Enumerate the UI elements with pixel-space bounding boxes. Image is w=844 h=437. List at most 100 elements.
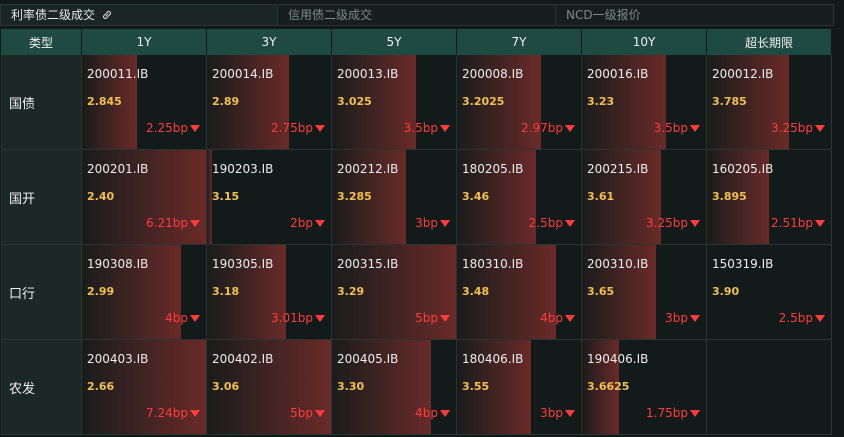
down-arrow-icon bbox=[190, 219, 200, 227]
tab-label: 利率债二级成交 bbox=[11, 8, 96, 22]
down-arrow-icon bbox=[315, 124, 325, 132]
bond-code: 190308.IB bbox=[87, 257, 149, 271]
bond-cell[interactable]: 160205.IB 3.895 2.51bp bbox=[707, 150, 832, 245]
bond-cell[interactable]: 200008.IB 3.2025 2.97bp bbox=[457, 55, 582, 150]
bond-cell[interactable]: 190406.IB 3.6625 1.75bp bbox=[582, 340, 707, 435]
bond-code: 200014.IB bbox=[212, 67, 274, 81]
bond-code: 200215.IB bbox=[587, 162, 649, 176]
tab-rate-bond-trades[interactable]: 利率债二级成交 bbox=[0, 4, 278, 26]
column-header[interactable]: 5Y bbox=[332, 29, 457, 55]
bond-cell[interactable]: 190203.IB 3.15 2bp bbox=[207, 150, 332, 245]
bond-cell[interactable]: 180406.IB 3.55 3bp bbox=[457, 340, 582, 435]
down-arrow-icon bbox=[565, 314, 575, 322]
yield-change: 2.25bp bbox=[146, 121, 200, 135]
bond-code: 200212.IB bbox=[337, 162, 399, 176]
down-arrow-icon bbox=[315, 219, 325, 227]
bond-yield: 3.90 bbox=[712, 285, 740, 298]
bond-cell[interactable]: 200405.IB 3.30 4bp bbox=[332, 340, 457, 435]
tab-bar: 利率债二级成交 信用债二级成交 NCD一级报价 bbox=[0, 4, 834, 26]
down-arrow-icon bbox=[190, 314, 200, 322]
bond-cell[interactable]: 200402.IB 3.06 5bp bbox=[207, 340, 332, 435]
bond-yield: 3.2025 bbox=[462, 95, 505, 108]
column-header[interactable]: 3Y bbox=[207, 29, 332, 55]
yield-change: 6.21bp bbox=[146, 216, 200, 230]
bond-code: 190305.IB bbox=[212, 257, 274, 271]
down-arrow-icon bbox=[690, 219, 700, 227]
yield-change: 3bp bbox=[665, 311, 700, 325]
bond-cell[interactable]: 200201.IB 2.40 6.21bp bbox=[82, 150, 207, 245]
row-label: 口行 bbox=[1, 245, 82, 340]
bond-cell[interactable]: 180310.IB 3.48 4bp bbox=[457, 245, 582, 340]
link-icon[interactable] bbox=[101, 9, 113, 21]
tab-credit-bond-trades[interactable]: 信用债二级成交 bbox=[278, 4, 556, 26]
bond-cell[interactable]: 200215.IB 3.61 3.25bp bbox=[582, 150, 707, 245]
bond-code: 200016.IB bbox=[587, 67, 649, 81]
bond-cell[interactable]: 200016.IB 3.23 3.5bp bbox=[582, 55, 707, 150]
yield-change: 2.5bp bbox=[779, 311, 825, 325]
tab-label: NCD一级报价 bbox=[566, 8, 641, 22]
change-value: 5bp bbox=[290, 406, 313, 420]
change-value: 3.25bp bbox=[646, 216, 688, 230]
down-arrow-icon bbox=[190, 409, 200, 417]
bond-code: 150319.IB bbox=[712, 257, 774, 271]
bond-yield: 3.6625 bbox=[587, 380, 630, 393]
change-value: 4bp bbox=[540, 311, 563, 325]
yield-change: 7.24bp bbox=[146, 406, 200, 420]
bond-yield: 3.61 bbox=[587, 190, 615, 203]
column-header-type[interactable]: 类型 bbox=[1, 29, 82, 55]
bond-code: 200315.IB bbox=[337, 257, 399, 271]
bond-yield: 3.06 bbox=[212, 380, 240, 393]
down-arrow-icon bbox=[440, 219, 450, 227]
bond-yield-grid: 类型 1Y 3Y 5Y 7Y 10Y 超长期限 国债 200011.IB 2.845 2.25bp 2… bbox=[1, 29, 832, 435]
change-value: 3bp bbox=[665, 311, 688, 325]
bond-cell[interactable]: 190308.IB 2.99 4bp bbox=[82, 245, 207, 340]
yield-change: 2.5bp bbox=[529, 216, 575, 230]
yield-change: 5bp bbox=[415, 311, 450, 325]
bond-cell[interactable]: 200315.IB 3.29 5bp bbox=[332, 245, 457, 340]
change-value: 3.01bp bbox=[271, 311, 313, 325]
bond-cell[interactable]: 190305.IB 3.18 3.01bp bbox=[207, 245, 332, 340]
bond-yield: 3.30 bbox=[337, 380, 365, 393]
change-value: 3bp bbox=[415, 216, 438, 230]
column-header[interactable]: 超长期限 bbox=[707, 29, 832, 55]
column-header[interactable]: 1Y bbox=[82, 29, 207, 55]
change-value: 2bp bbox=[290, 216, 313, 230]
change-value: 2.5bp bbox=[528, 216, 563, 230]
bond-yield: 2.66 bbox=[87, 380, 115, 393]
bond-cell[interactable]: 200014.IB 2.89 2.75bp bbox=[207, 55, 332, 150]
down-arrow-icon bbox=[690, 314, 700, 322]
bond-yield: 3.285 bbox=[337, 190, 372, 203]
bond-cell[interactable]: 150319.IB 3.90 2.5bp bbox=[707, 245, 832, 340]
bond-code: 190406.IB bbox=[587, 352, 649, 366]
bond-code: 190203.IB bbox=[212, 162, 274, 176]
change-value: 2.51bp bbox=[771, 216, 813, 230]
empty-cell bbox=[707, 340, 832, 435]
bond-code: 160205.IB bbox=[712, 162, 774, 176]
yield-change: 3.25bp bbox=[646, 216, 700, 230]
down-arrow-icon bbox=[815, 124, 825, 132]
bond-cell[interactable]: 180205.IB 3.46 2.5bp bbox=[457, 150, 582, 245]
bond-yield: 2.89 bbox=[212, 95, 240, 108]
tab-label: 信用债二级成交 bbox=[288, 8, 373, 22]
bond-yield: 3.65 bbox=[587, 285, 615, 298]
bond-code: 200403.IB bbox=[87, 352, 149, 366]
bond-cell[interactable]: 200012.IB 3.785 3.25bp bbox=[707, 55, 832, 150]
bond-yield: 3.18 bbox=[212, 285, 240, 298]
bond-cell[interactable]: 200310.IB 3.65 3bp bbox=[582, 245, 707, 340]
column-header[interactable]: 10Y bbox=[582, 29, 707, 55]
bond-code: 200201.IB bbox=[87, 162, 149, 176]
bond-cell[interactable]: 200403.IB 2.66 7.24bp bbox=[82, 340, 207, 435]
bond-yield: 3.23 bbox=[587, 95, 615, 108]
down-arrow-icon bbox=[440, 124, 450, 132]
column-header[interactable]: 7Y bbox=[457, 29, 582, 55]
bond-cell[interactable]: 200013.IB 3.025 3.5bp bbox=[332, 55, 457, 150]
change-value: 4bp bbox=[415, 406, 438, 420]
bond-cell[interactable]: 200011.IB 2.845 2.25bp bbox=[82, 55, 207, 150]
change-value: 3.5bp bbox=[403, 121, 438, 135]
tab-ncd-quotes[interactable]: NCD一级报价 bbox=[556, 4, 834, 26]
row-label: 国债 bbox=[1, 55, 82, 150]
bond-code: 200011.IB bbox=[87, 67, 149, 81]
yield-change: 2.51bp bbox=[771, 216, 825, 230]
bond-cell[interactable]: 200212.IB 3.285 3bp bbox=[332, 150, 457, 245]
bond-yield: 2.845 bbox=[87, 95, 122, 108]
